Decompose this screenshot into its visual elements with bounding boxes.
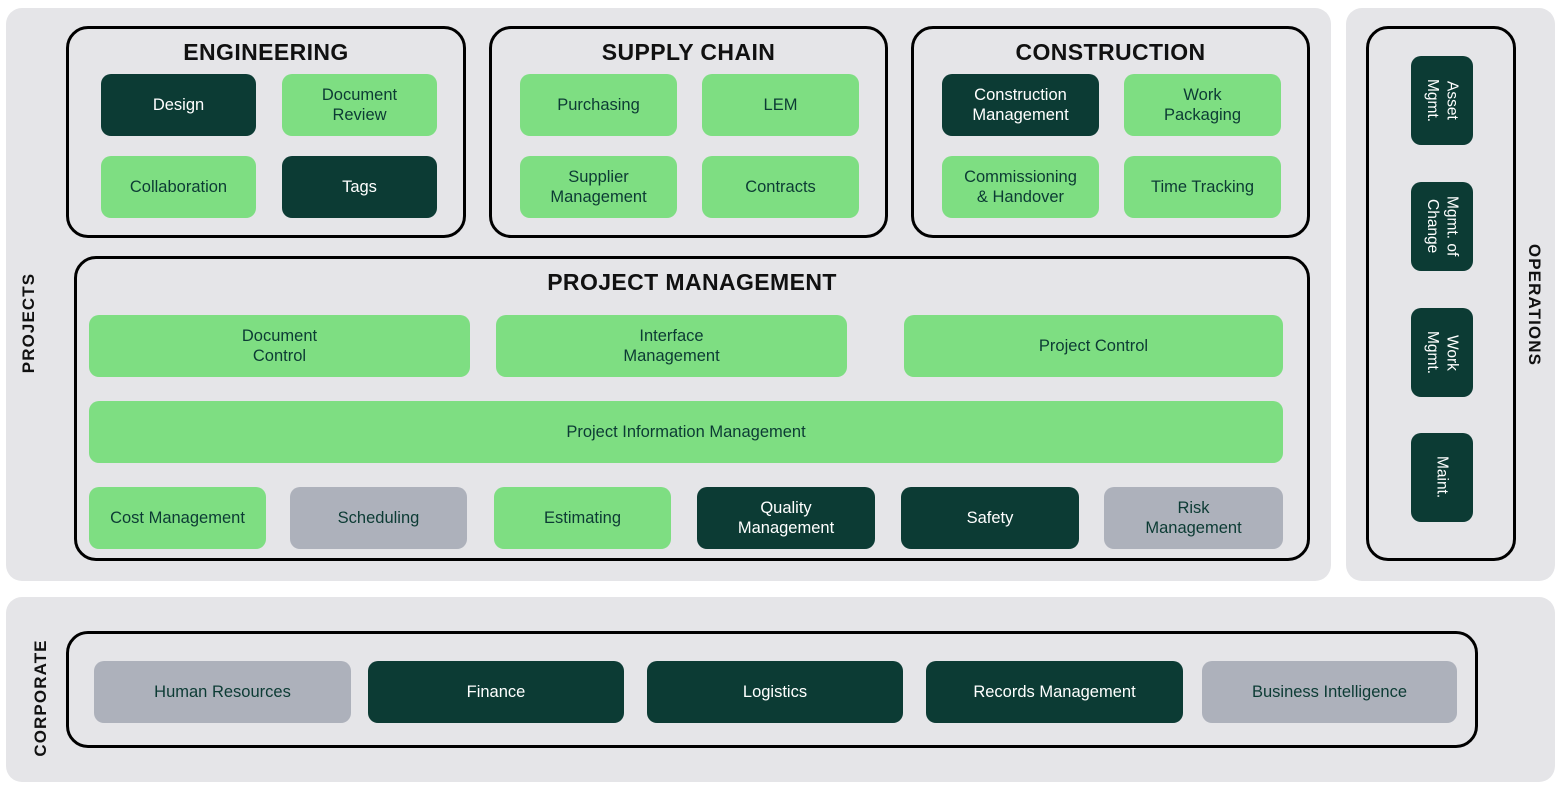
project-management-title: PROJECT MANAGEMENT (547, 269, 837, 295)
operations-group-label: OPERATIONS (1525, 243, 1544, 367)
tile-construction-management[interactable]: Construction Management (942, 74, 1099, 136)
corporate-group-label: CORPORATE (31, 639, 50, 757)
supply-chain-section: SUPPLY CHAIN Purchasing LEM Supplier Man… (489, 26, 888, 238)
tile-interface-management[interactable]: Interface Management (496, 315, 847, 377)
diagram-canvas: PROJECTS ENGINEERING Design Document Rev… (0, 0, 1561, 789)
project-management-section: PROJECT MANAGEMENT Document Control Inte… (74, 256, 1310, 561)
tile-finance[interactable]: Finance (368, 661, 624, 723)
tile-supplier-management[interactable]: Supplier Management (520, 156, 677, 218)
tile-risk-management[interactable]: Risk Management (1104, 487, 1283, 549)
tile-records-management[interactable]: Records Management (926, 661, 1183, 723)
tile-commissioning-handover[interactable]: Commissioning & Handover (942, 156, 1099, 218)
tile-asset-management[interactable]: Asset Mgmt. (1411, 56, 1473, 145)
tile-document-review[interactable]: Document Review (282, 74, 437, 136)
tile-lem[interactable]: LEM (702, 74, 859, 136)
tile-document-control[interactable]: Document Control (89, 315, 470, 377)
tile-safety[interactable]: Safety (901, 487, 1079, 549)
projects-group-label: PROJECTS (19, 272, 38, 374)
tile-scheduling[interactable]: Scheduling (290, 487, 467, 549)
tile-purchasing[interactable]: Purchasing (520, 74, 677, 136)
tile-tags[interactable]: Tags (282, 156, 437, 218)
tile-collaboration[interactable]: Collaboration (101, 156, 256, 218)
operations-section: Asset Mgmt. Mgmt. of Change Work Mgmt. M… (1366, 26, 1516, 561)
tile-business-intelligence[interactable]: Business Intelligence (1202, 661, 1457, 723)
tile-design[interactable]: Design (101, 74, 256, 136)
tile-human-resources[interactable]: Human Resources (94, 661, 351, 723)
tile-work-management[interactable]: Work Mgmt. (1411, 308, 1473, 397)
tile-logistics[interactable]: Logistics (647, 661, 903, 723)
corporate-section: Human Resources Finance Logistics Record… (66, 631, 1478, 748)
tile-maintenance[interactable]: Maint. (1411, 433, 1473, 522)
construction-title: CONSTRUCTION (1015, 39, 1206, 65)
tile-project-information-management[interactable]: Project Information Management (89, 401, 1283, 463)
tile-work-packaging[interactable]: Work Packaging (1124, 74, 1281, 136)
tile-management-of-change[interactable]: Mgmt. of Change (1411, 182, 1473, 271)
engineering-section: ENGINEERING Design Document Review Colla… (66, 26, 466, 238)
tile-quality-management[interactable]: Quality Management (697, 487, 875, 549)
supply-chain-title: SUPPLY CHAIN (601, 39, 776, 65)
tile-estimating[interactable]: Estimating (494, 487, 671, 549)
tile-cost-management[interactable]: Cost Management (89, 487, 266, 549)
tile-time-tracking[interactable]: Time Tracking (1124, 156, 1281, 218)
engineering-title: ENGINEERING (183, 39, 349, 65)
tile-project-control[interactable]: Project Control (904, 315, 1283, 377)
construction-section: CONSTRUCTION Construction Management Wor… (911, 26, 1310, 238)
tile-contracts[interactable]: Contracts (702, 156, 859, 218)
